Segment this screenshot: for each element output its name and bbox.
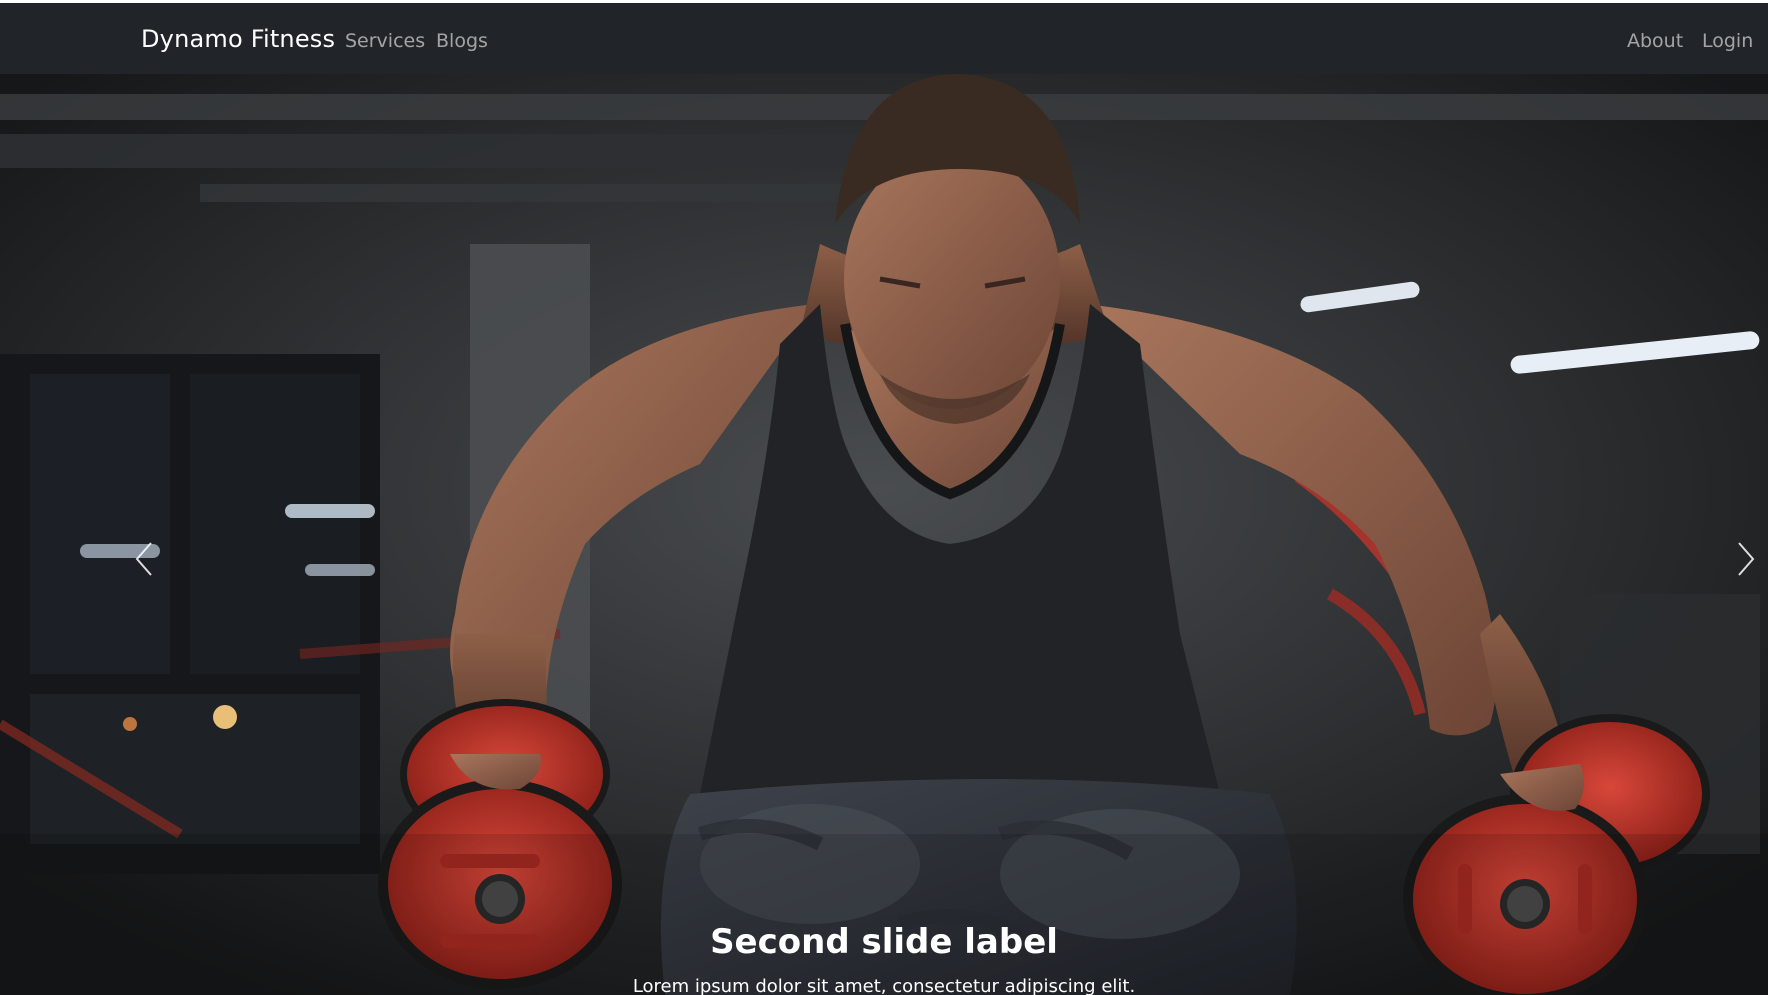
top-navbar: Dynamo Fitness Services Blogs About Logi… xyxy=(0,3,1768,74)
chevron-left-icon xyxy=(135,542,152,576)
nav-link-services[interactable]: Services xyxy=(345,30,425,52)
nav-link-login[interactable]: Login xyxy=(1702,30,1753,52)
carousel-prev-button[interactable] xyxy=(115,529,175,589)
slide-caption-title: Second slide label xyxy=(710,922,1058,962)
brand-link[interactable]: Dynamo Fitness xyxy=(141,25,335,53)
hero-carousel: Second slide label Lorem ipsum dolor sit… xyxy=(0,74,1768,995)
nav-link-blogs[interactable]: Blogs xyxy=(436,30,488,52)
nav-link-about[interactable]: About xyxy=(1627,30,1683,52)
slide-caption-text: Lorem ipsum dolor sit amet, consectetur … xyxy=(632,976,1136,995)
carousel-next-button[interactable] xyxy=(1715,529,1768,589)
chevron-right-icon xyxy=(1738,542,1755,576)
slide-image-gym-athlete xyxy=(0,74,1768,995)
